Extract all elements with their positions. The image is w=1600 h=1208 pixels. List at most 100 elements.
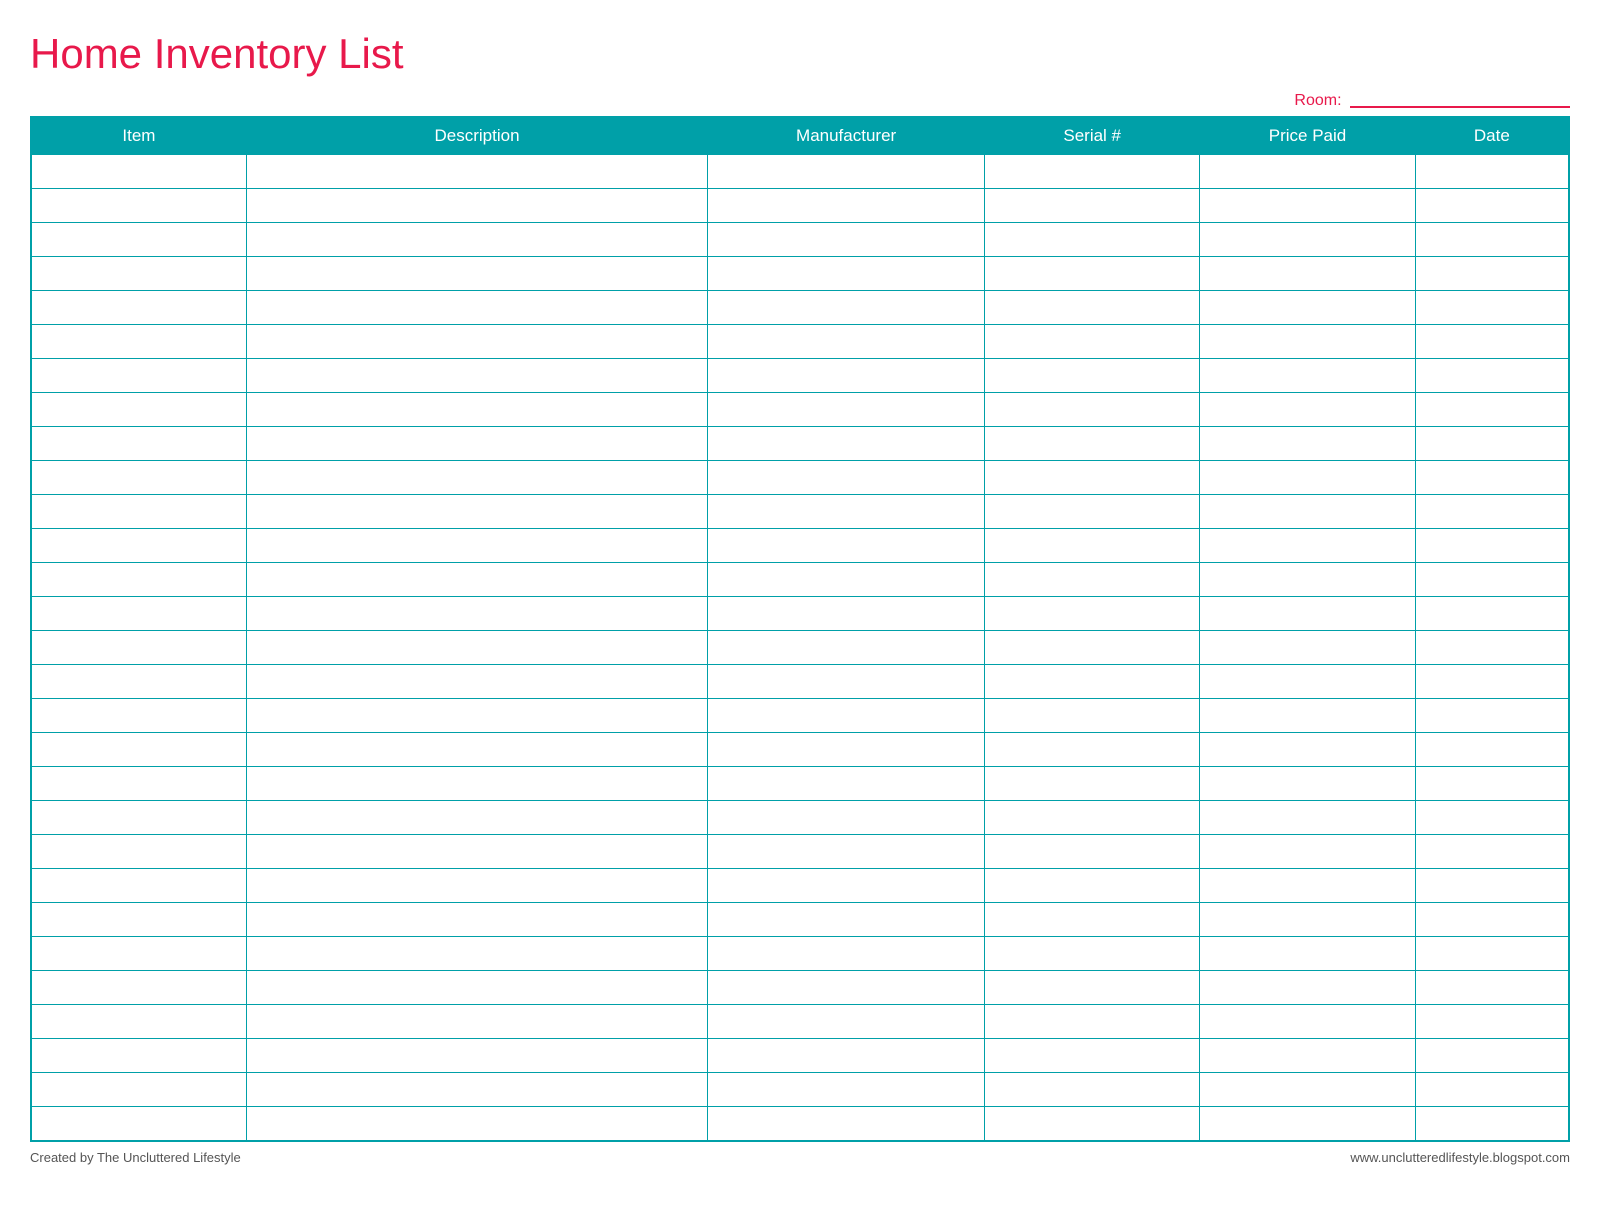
table-cell[interactable] bbox=[708, 223, 985, 257]
table-cell[interactable] bbox=[246, 291, 707, 325]
table-cell[interactable] bbox=[708, 597, 985, 631]
table-cell[interactable] bbox=[31, 223, 246, 257]
table-cell[interactable] bbox=[31, 1039, 246, 1073]
table-cell[interactable] bbox=[246, 257, 707, 291]
table-cell[interactable] bbox=[985, 427, 1200, 461]
table-cell[interactable] bbox=[1200, 835, 1415, 869]
table-cell[interactable] bbox=[708, 461, 985, 495]
table-cell[interactable] bbox=[1415, 835, 1569, 869]
table-cell[interactable] bbox=[1200, 223, 1415, 257]
table-cell[interactable] bbox=[31, 325, 246, 359]
table-cell[interactable] bbox=[1415, 971, 1569, 1005]
table-cell[interactable] bbox=[1200, 291, 1415, 325]
table-cell[interactable] bbox=[1200, 325, 1415, 359]
table-cell[interactable] bbox=[246, 1073, 707, 1107]
table-cell[interactable] bbox=[1415, 631, 1569, 665]
table-cell[interactable] bbox=[708, 291, 985, 325]
table-cell[interactable] bbox=[246, 223, 707, 257]
table-cell[interactable] bbox=[1415, 903, 1569, 937]
table-cell[interactable] bbox=[1415, 869, 1569, 903]
table-cell[interactable] bbox=[985, 393, 1200, 427]
table-cell[interactable] bbox=[1200, 903, 1415, 937]
table-cell[interactable] bbox=[1415, 1005, 1569, 1039]
table-cell[interactable] bbox=[1415, 189, 1569, 223]
table-cell[interactable] bbox=[1415, 801, 1569, 835]
table-cell[interactable] bbox=[708, 631, 985, 665]
table-cell[interactable] bbox=[246, 835, 707, 869]
table-cell[interactable] bbox=[708, 937, 985, 971]
table-cell[interactable] bbox=[985, 699, 1200, 733]
table-cell[interactable] bbox=[1415, 733, 1569, 767]
table-cell[interactable] bbox=[708, 903, 985, 937]
table-cell[interactable] bbox=[246, 427, 707, 461]
table-cell[interactable] bbox=[246, 155, 707, 189]
table-cell[interactable] bbox=[708, 801, 985, 835]
table-cell[interactable] bbox=[1200, 189, 1415, 223]
table-cell[interactable] bbox=[31, 495, 246, 529]
table-cell[interactable] bbox=[31, 631, 246, 665]
table-cell[interactable] bbox=[708, 257, 985, 291]
table-cell[interactable] bbox=[31, 835, 246, 869]
table-cell[interactable] bbox=[246, 393, 707, 427]
table-cell[interactable] bbox=[31, 767, 246, 801]
table-cell[interactable] bbox=[1200, 461, 1415, 495]
table-cell[interactable] bbox=[246, 801, 707, 835]
table-cell[interactable] bbox=[985, 1073, 1200, 1107]
table-cell[interactable] bbox=[708, 427, 985, 461]
table-cell[interactable] bbox=[708, 1005, 985, 1039]
table-cell[interactable] bbox=[708, 529, 985, 563]
table-cell[interactable] bbox=[708, 495, 985, 529]
table-cell[interactable] bbox=[708, 563, 985, 597]
table-cell[interactable] bbox=[1200, 359, 1415, 393]
table-cell[interactable] bbox=[985, 597, 1200, 631]
table-cell[interactable] bbox=[31, 359, 246, 393]
table-cell[interactable] bbox=[31, 869, 246, 903]
table-cell[interactable] bbox=[1200, 971, 1415, 1005]
table-cell[interactable] bbox=[1200, 495, 1415, 529]
table-cell[interactable] bbox=[246, 597, 707, 631]
table-cell[interactable] bbox=[246, 869, 707, 903]
table-cell[interactable] bbox=[708, 189, 985, 223]
table-cell[interactable] bbox=[985, 257, 1200, 291]
table-cell[interactable] bbox=[1415, 1107, 1569, 1141]
table-cell[interactable] bbox=[31, 699, 246, 733]
table-cell[interactable] bbox=[1200, 393, 1415, 427]
table-cell[interactable] bbox=[246, 1039, 707, 1073]
table-cell[interactable] bbox=[246, 903, 707, 937]
table-cell[interactable] bbox=[985, 903, 1200, 937]
table-cell[interactable] bbox=[1200, 597, 1415, 631]
table-cell[interactable] bbox=[985, 835, 1200, 869]
table-cell[interactable] bbox=[985, 801, 1200, 835]
table-cell[interactable] bbox=[1200, 767, 1415, 801]
table-cell[interactable] bbox=[246, 1005, 707, 1039]
table-cell[interactable] bbox=[1200, 631, 1415, 665]
table-cell[interactable] bbox=[31, 257, 246, 291]
table-cell[interactable] bbox=[985, 155, 1200, 189]
table-cell[interactable] bbox=[1200, 869, 1415, 903]
table-cell[interactable] bbox=[1200, 937, 1415, 971]
table-cell[interactable] bbox=[985, 563, 1200, 597]
table-cell[interactable] bbox=[31, 903, 246, 937]
table-cell[interactable] bbox=[1415, 529, 1569, 563]
table-cell[interactable] bbox=[1415, 495, 1569, 529]
table-cell[interactable] bbox=[1415, 461, 1569, 495]
table-cell[interactable] bbox=[246, 495, 707, 529]
table-cell[interactable] bbox=[985, 971, 1200, 1005]
table-cell[interactable] bbox=[1200, 665, 1415, 699]
table-cell[interactable] bbox=[246, 767, 707, 801]
table-cell[interactable] bbox=[985, 937, 1200, 971]
table-cell[interactable] bbox=[985, 767, 1200, 801]
table-cell[interactable] bbox=[1415, 325, 1569, 359]
table-cell[interactable] bbox=[246, 1107, 707, 1141]
table-cell[interactable] bbox=[31, 1073, 246, 1107]
table-cell[interactable] bbox=[31, 427, 246, 461]
table-cell[interactable] bbox=[1415, 393, 1569, 427]
table-cell[interactable] bbox=[246, 971, 707, 1005]
table-cell[interactable] bbox=[985, 1039, 1200, 1073]
table-cell[interactable] bbox=[1415, 223, 1569, 257]
table-cell[interactable] bbox=[708, 699, 985, 733]
table-cell[interactable] bbox=[1200, 1005, 1415, 1039]
table-cell[interactable] bbox=[1415, 699, 1569, 733]
table-cell[interactable] bbox=[985, 1005, 1200, 1039]
table-cell[interactable] bbox=[246, 359, 707, 393]
